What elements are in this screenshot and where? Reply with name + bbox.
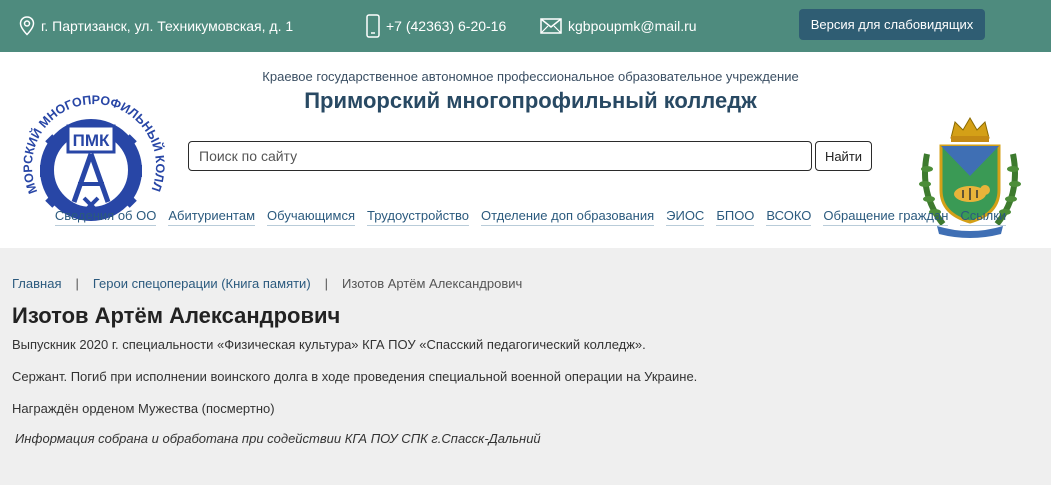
site-title[interactable]: Приморский многопрофильный колледж [0,88,1051,114]
nav-item-about[interactable]: Сведения об ОО [54,208,157,226]
nav-item-bpoo[interactable]: БПОО [716,208,755,226]
nav-item-students[interactable]: Обучающимся [267,208,356,226]
bio-paragraph-service: Сержант. Погиб при исполнении воинского … [12,369,698,384]
email-text[interactable]: kgbpoupmk@mail.ru [568,18,697,34]
location-pin-icon [19,16,35,36]
breadcrumb: Главная | Герои спецоперации (Книга памя… [12,276,1039,291]
breadcrumb-section[interactable]: Герои спецоперации (Книга памяти) [93,276,311,291]
phone[interactable]: +7 (42363) 6-20-16 [366,0,506,52]
low-vision-button[interactable]: Версия для слабовидящих [799,9,985,40]
breadcrumb-separator: | [75,276,79,291]
address: г. Партизанск, ул. Техникумовская, д. 1 [19,0,293,52]
nav-item-links[interactable]: Ссылки [960,208,1007,226]
org-subtitle: Краевое государственное автономное профе… [262,69,799,84]
nav-item-appeals[interactable]: Обращение граждан [823,208,949,226]
nav-item-eios[interactable]: ЭИОС [666,208,705,226]
main-content: Главная | Герои спецоперации (Книга памя… [0,248,1051,485]
nav-item-additional-education[interactable]: Отделение доп образования [481,208,655,226]
nav-item-vsoko[interactable]: ВСОКО [766,208,812,226]
email[interactable]: kgbpoupmk@mail.ru [540,0,697,52]
logo-abbr: ПМК [73,131,110,150]
bio-paragraph-graduation: Выпускник 2020 г. специальности «Физичес… [12,337,646,352]
search-input[interactable] [188,141,812,171]
mail-icon [540,18,562,34]
header: ПМК ПРИМОРСКИЙ МНОГОПРОФИЛЬНЫЙ КОЛЛЕДЖ К… [0,52,1051,248]
nav-item-applicants[interactable]: Абитуриентам [168,208,256,226]
top-bar: г. Партизанск, ул. Техникумовская, д. 1 … [0,0,1051,52]
breadcrumb-current: Изотов Артём Александрович [342,276,523,291]
source-note: Информация собрана и обработана при соде… [15,431,541,446]
search-button[interactable]: Найти [815,141,872,171]
page-title: Изотов Артём Александрович [12,303,341,328]
nav-item-employment[interactable]: Трудоустройство [367,208,470,226]
breadcrumb-separator: | [324,276,329,291]
bio-paragraph-award: Награждён орденом Мужества (посмертно) [12,401,275,416]
main-nav: Сведения об ОО Абитуриентам Обучающимся … [0,208,1051,226]
phone-text[interactable]: +7 (42363) 6-20-16 [386,18,506,34]
address-text: г. Партизанск, ул. Техникумовская, д. 1 [41,18,294,34]
phone-icon [366,14,380,38]
breadcrumb-home[interactable]: Главная [12,276,61,291]
